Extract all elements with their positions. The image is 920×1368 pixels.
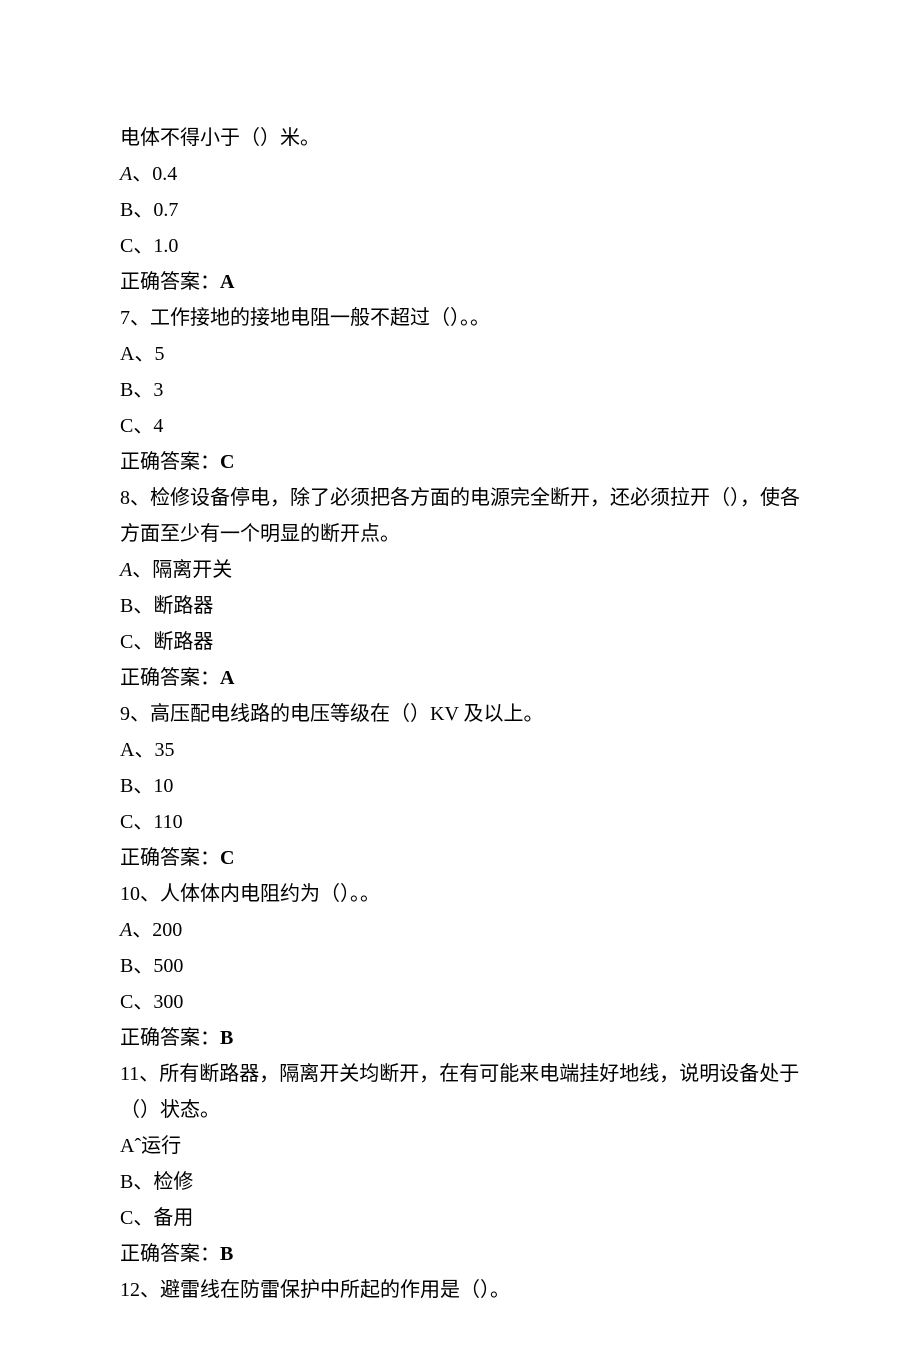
- text-line: B、断路器: [120, 588, 800, 624]
- answer-label: 正确答案：: [120, 667, 220, 689]
- text-line: A、35: [120, 732, 800, 768]
- text-line: B、500: [120, 948, 800, 984]
- text-line: 正确答案：A: [120, 660, 800, 696]
- text-line: B、0.7: [120, 192, 800, 228]
- text-line: B、10: [120, 768, 800, 804]
- text-line: C、备用: [120, 1200, 800, 1236]
- answer-label: 正确答案：: [120, 1027, 220, 1049]
- answer-value: C: [220, 451, 234, 473]
- answer-value: A: [220, 667, 234, 689]
- option-text: 、隔离开关: [132, 559, 232, 581]
- option-letter: A: [120, 919, 132, 941]
- text-line: A、5: [120, 336, 800, 372]
- answer-label: 正确答案：: [120, 451, 220, 473]
- answer-value: C: [220, 847, 234, 869]
- answer-label: 正确答案：: [120, 1243, 220, 1265]
- text-line: 正确答案：C: [120, 444, 800, 480]
- answer-value: B: [220, 1027, 233, 1049]
- text-line: C、300: [120, 984, 800, 1020]
- text-line: C、110: [120, 804, 800, 840]
- text-line: 10、人体体内电阻约为（）。。: [120, 876, 800, 912]
- text-line: Aˆ运行: [120, 1128, 800, 1164]
- text-line: A、200: [120, 912, 800, 948]
- answer-label: 正确答案：: [120, 847, 220, 869]
- text-line: 7、工作接地的接地电阻一般不超过（）。。: [120, 300, 800, 336]
- text-line: B、3: [120, 372, 800, 408]
- text-line: 正确答案：C: [120, 840, 800, 876]
- text-line: 正确答案：B: [120, 1236, 800, 1272]
- option-letter: A: [120, 559, 132, 581]
- text-line: C、断路器: [120, 624, 800, 660]
- text-line: 正确答案：B: [120, 1020, 800, 1056]
- option-text: 、0.4: [132, 163, 177, 185]
- answer-label: 正确答案：: [120, 271, 220, 293]
- text-line: B、检修: [120, 1164, 800, 1200]
- text-line: C、1.0: [120, 228, 800, 264]
- text-line: 正确答案：A: [120, 264, 800, 300]
- text-line: 9、高压配电线路的电压等级在（）KV 及以上。: [120, 696, 800, 732]
- option-letter: A: [120, 163, 132, 185]
- text-line: A、隔离开关: [120, 552, 800, 588]
- text-line: 电体不得小于（）米。: [120, 120, 800, 156]
- text-line: 8、检修设备停电，除了必须把各方面的电源完全断开，还必须拉开（），使各方面至少有…: [120, 480, 800, 552]
- answer-value: A: [220, 271, 234, 293]
- option-text: 、200: [132, 919, 182, 941]
- document-content: 电体不得小于（）米。A、0.4B、0.7C、1.0正确答案：A7、工作接地的接地…: [120, 120, 800, 1308]
- text-line: C、4: [120, 408, 800, 444]
- text-line: 12、避雷线在防雷保护中所起的作用是（）。: [120, 1272, 800, 1308]
- text-line: A、0.4: [120, 156, 800, 192]
- text-line: 11、所有断路器，隔离开关均断开，在有可能来电端挂好地线，说明设备处于（）状态。: [120, 1056, 800, 1128]
- answer-value: B: [220, 1243, 233, 1265]
